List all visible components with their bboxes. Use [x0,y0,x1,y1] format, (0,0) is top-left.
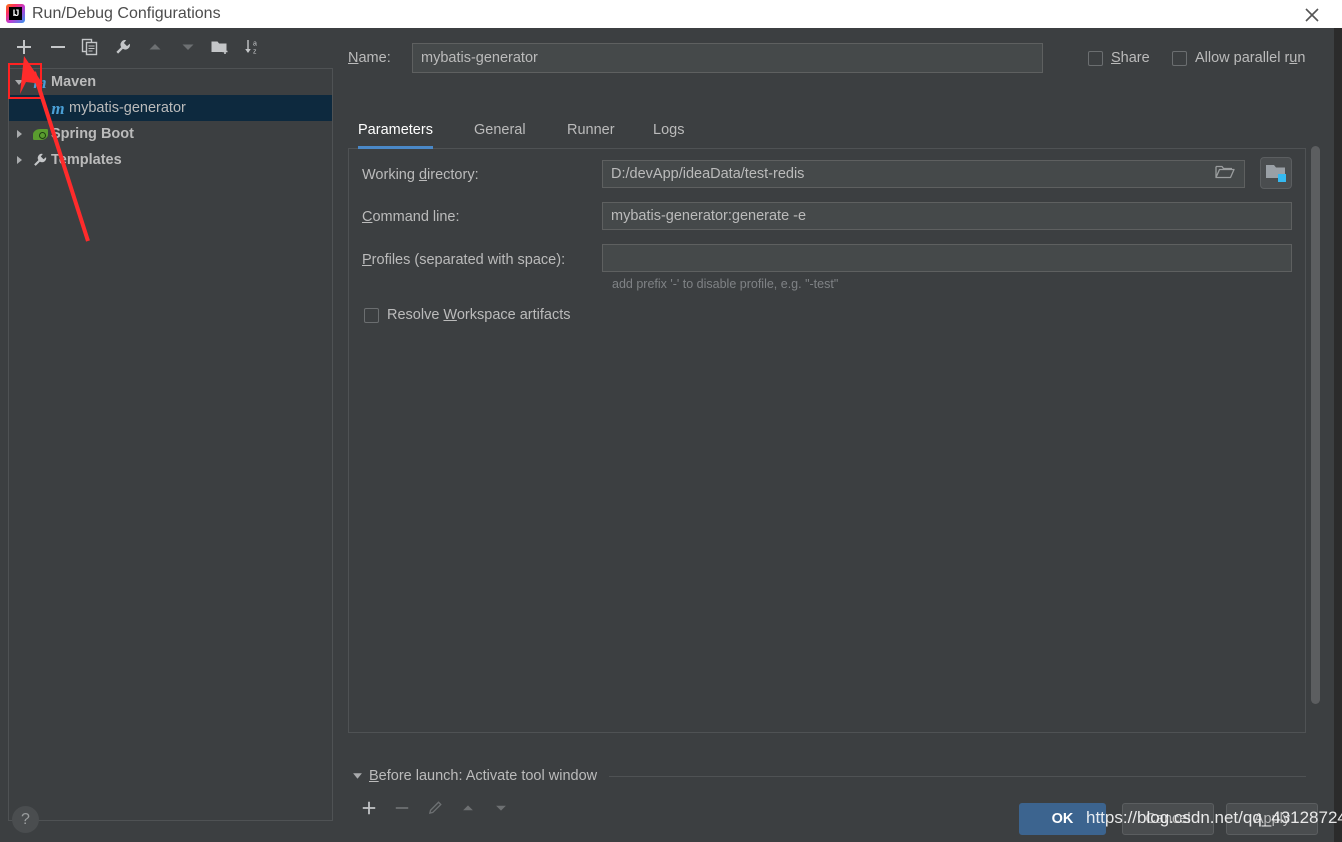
profiles-label: Profiles (separated with space): [362,252,566,268]
apply-button[interactable]: Apply [1226,803,1318,835]
cancel-button[interactable]: Cancel [1122,803,1214,835]
checkbox-box [1088,50,1103,66]
before-launch-toolbar [352,794,552,822]
before-launch-remove-button[interactable] [385,794,418,822]
chevron-right-icon[interactable] [9,129,29,139]
tree-node-label: Spring Boot [51,126,134,142]
svg-text:z: z [253,49,257,56]
command-line-input[interactable] [602,202,1292,230]
copy-configuration-button[interactable] [75,33,105,61]
tab-general[interactable]: General [474,116,526,149]
tree-node-label: mybatis-generator [69,100,186,116]
before-launch-down-button[interactable] [484,794,517,822]
add-configuration-button[interactable] [9,33,39,61]
intellij-idea-logo-icon: IJ [6,4,25,23]
working-directory-input[interactable] [602,160,1245,188]
configurations-tree[interactable]: m Maven m mybatis-generator Spring Boot [8,68,333,821]
folder-open-icon[interactable] [1215,164,1239,184]
resolve-workspace-artifacts-checkbox[interactable]: Resolve Workspace artifacts [364,307,571,323]
tree-node-maven[interactable]: m Maven [9,69,332,95]
profiles-input[interactable] [602,244,1292,272]
ok-button[interactable]: OK [1019,803,1106,835]
parameters-scrollbar[interactable] [1310,146,1321,704]
tab-logs[interactable]: Logs [653,116,684,149]
wrench-icon [29,152,51,168]
maven-icon: m [51,98,65,118]
close-icon[interactable] [1290,0,1334,28]
help-button[interactable]: ? [12,806,39,833]
window-title: Run/Debug Configurations [32,5,221,22]
profiles-hint-text: add prefix '-' to disable profile, e.g. … [612,277,839,291]
share-checkbox[interactable]: Share [1088,50,1150,66]
before-launch-add-button[interactable] [352,794,385,822]
before-launch-title: Before launch: Activate tool window [369,768,598,784]
command-line-label: Command line: [362,209,460,225]
sort-configurations-button[interactable]: a z [238,33,268,61]
before-launch-header[interactable]: Before launch: Activate tool window [352,768,1306,784]
scrollbar-thumb[interactable] [1311,146,1320,704]
allow-parallel-run-checkbox[interactable]: Allow parallel run [1172,50,1305,66]
edit-templates-button[interactable] [108,33,138,61]
move-up-button[interactable] [140,33,170,61]
allow-parallel-run-label: Allow parallel run [1195,50,1306,66]
run-debug-configurations-dialog: a z m Maven m mybatis-generator Spring B… [0,28,1334,842]
move-into-folder-button[interactable] [205,33,235,61]
parameters-panel: Working directory: Command line: Profile… [348,149,1306,733]
tree-node-spring-boot[interactable]: Spring Boot [9,121,332,147]
before-launch-edit-button[interactable] [418,794,451,822]
maven-icon: m [33,72,47,92]
tree-node-mybatis-generator[interactable]: m mybatis-generator [9,95,332,121]
before-launch-divider [609,775,1306,777]
checkbox-box [364,307,379,323]
module-folder-icon-button[interactable] [1260,157,1292,189]
tree-node-label: Maven [51,74,97,90]
configurations-toolbar: a z [0,28,332,68]
name-label: Name: [348,50,391,66]
tree-node-templates[interactable]: Templates [9,147,332,173]
move-down-button[interactable] [173,33,203,61]
tab-parameters[interactable]: Parameters [358,116,433,149]
configuration-tab-bar: Parameters General Runner Logs [348,116,1306,149]
tab-runner[interactable]: Runner [567,116,615,149]
resolve-workspace-artifacts-label: Resolve Workspace artifacts [387,307,571,323]
spring-boot-icon [29,128,51,140]
before-launch-up-button[interactable] [451,794,484,822]
chevron-down-icon[interactable] [9,77,29,87]
share-label: Share [1111,50,1150,66]
name-input[interactable] [412,43,1043,73]
checkbox-box [1172,50,1187,66]
window-titlebar: IJ Run/Debug Configurations [0,0,1342,28]
svg-text:a: a [253,41,257,48]
chevron-right-icon[interactable] [9,155,29,165]
tree-node-label: Templates [51,152,122,168]
logo-mark: IJ [9,7,22,20]
working-directory-label: Working directory: [362,167,479,183]
chevron-down-icon[interactable] [352,768,363,784]
remove-configuration-button[interactable] [43,33,73,61]
